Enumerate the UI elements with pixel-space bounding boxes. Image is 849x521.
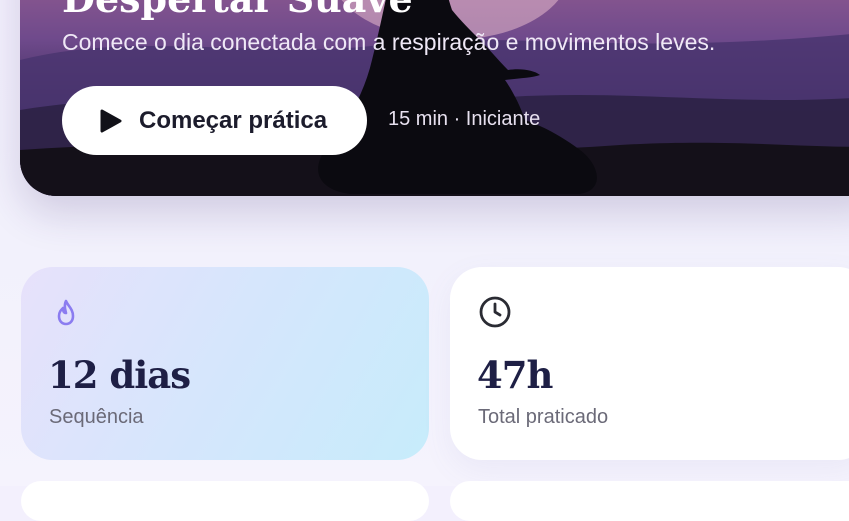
practice-title: Despertar Suave xyxy=(62,0,413,21)
start-practice-label: Começar prática xyxy=(139,106,328,134)
total-time-label: Total praticado xyxy=(478,406,609,428)
streak-value: 12 dias xyxy=(48,353,191,397)
clock-icon xyxy=(479,296,511,328)
streak-label: Sequência xyxy=(49,406,144,428)
flame-icon xyxy=(57,299,75,326)
practice-meta: 15 min · Iniciante xyxy=(388,108,541,130)
next-card-peek-left xyxy=(21,481,429,521)
practice-subtitle: Comece o dia conectada com a respiração … xyxy=(62,29,716,55)
streak-stat-card[interactable]: 12 dias Sequência xyxy=(21,267,429,460)
play-icon xyxy=(100,109,122,132)
next-card-peek-right xyxy=(450,481,849,521)
total-time-value: 47h xyxy=(477,353,553,397)
featured-practice-card[interactable]: Despertar Suave Comece o dia conectada c… xyxy=(20,0,849,196)
start-practice-button[interactable]: Começar prática xyxy=(62,86,367,155)
total-time-stat-card[interactable]: 47h Total praticado xyxy=(450,267,849,460)
